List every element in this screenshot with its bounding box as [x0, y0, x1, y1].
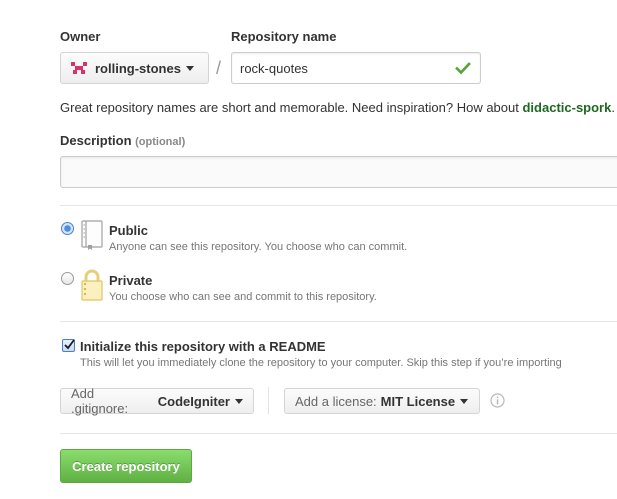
description-input[interactable] — [60, 156, 617, 188]
hint-end: . — [611, 100, 615, 115]
gitignore-value: CodeIgniter — [157, 393, 230, 409]
name-suggestion-link[interactable]: didactic-spork — [522, 100, 611, 115]
vertical-divider — [268, 387, 269, 414]
private-title: Private — [109, 273, 153, 288]
license-prefix: Add a license: — [295, 393, 377, 409]
repo-name-hint: Great repository names are short and mem… — [60, 100, 615, 115]
repo-name-label: Repository name — [231, 29, 337, 44]
repo-name-input[interactable] — [231, 52, 481, 84]
owner-select-value: rolling-stones — [95, 60, 181, 76]
license-select[interactable]: Add a license: MIT License — [284, 388, 480, 414]
check-icon — [455, 60, 471, 79]
owner-label: Owner — [60, 29, 101, 44]
divider-1 — [60, 205, 617, 206]
readme-description: This will let you immediately clone the … — [80, 357, 562, 369]
chevron-down-icon — [185, 65, 194, 71]
owner-avatar-icon — [71, 60, 87, 76]
chevron-down-icon — [460, 398, 469, 404]
gitignore-select[interactable]: Add .gitignore: CodeIgniter — [60, 386, 254, 416]
lock-icon — [80, 268, 104, 305]
private-radio[interactable] — [61, 272, 74, 285]
divider-3 — [60, 433, 617, 434]
private-description: You choose who can see and commit to thi… — [109, 291, 377, 303]
license-value: MIT License — [380, 393, 456, 409]
create-repository-button[interactable]: Create repository — [60, 449, 192, 483]
public-title: Public — [109, 223, 149, 238]
description-label: Description — [60, 133, 132, 148]
readme-title: Initialize this repository with a README — [80, 339, 326, 354]
repo-book-icon — [80, 219, 104, 254]
readme-checkbox[interactable] — [62, 339, 75, 352]
gitignore-prefix: Add .gitignore: — [71, 386, 129, 416]
hint-text: Great repository names are short and mem… — [60, 100, 519, 115]
divider-2 — [60, 321, 617, 322]
public-description: Anyone can see this repository. You choo… — [109, 241, 408, 253]
optional-label: (optional) — [135, 136, 186, 148]
public-radio[interactable] — [61, 222, 74, 235]
owner-repo-separator: / — [216, 58, 222, 78]
checkmark-icon — [64, 339, 75, 350]
info-icon[interactable] — [490, 393, 505, 411]
owner-select[interactable]: rolling-stones — [60, 52, 209, 84]
description-label-group: Description (optional) — [60, 133, 185, 148]
chevron-down-icon — [235, 398, 243, 404]
